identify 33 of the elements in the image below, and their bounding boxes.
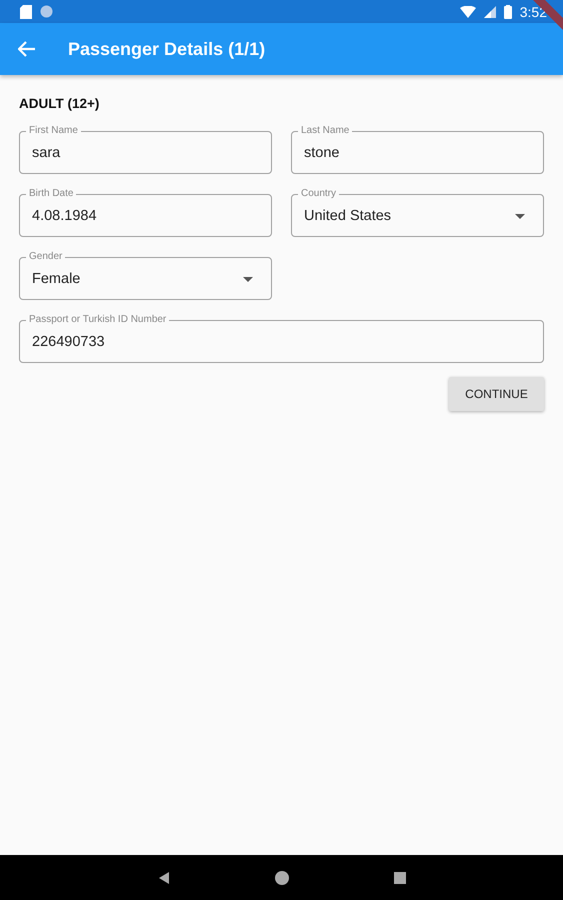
recents-icon[interactable] [394,872,406,884]
caret-icon [515,214,525,218]
back-button[interactable] [18,41,36,57]
input-field[interactable]: Passport or Turkish ID Number 226490733 [19,314,544,363]
wifi-icon [460,6,476,18]
circle-icon [40,5,53,18]
caret-icon [243,276,253,282]
input-field[interactable]: Birth Date 4.08.1984 [19,188,272,237]
field-value: 226490733 [32,334,106,350]
field-label: Passport or Turkish ID Number [28,314,168,326]
section-heading: ADULT (12+) [19,96,100,111]
signal-icon [484,6,496,18]
dropdown-field[interactable]: Gender Female [19,251,272,300]
field-value: United States [304,208,392,224]
app-bar-title: Passenger Details (1/1) [68,38,266,60]
sd-card-icon [20,4,32,18]
field-label: Country [300,188,338,200]
field-value: sara [32,145,62,161]
field-label: First Name [28,125,79,137]
field-value: 4.08.1984 [32,208,98,224]
dropdown-field[interactable]: Country United States [291,188,544,237]
field-value: stone [304,145,340,161]
field-label: Gender [28,251,64,263]
field-value: Female [32,271,82,287]
input-field[interactable]: First Name sara [19,125,272,174]
continue-button[interactable]: CONTINUE [449,377,544,411]
battery-icon [504,4,512,18]
field-label: Birth Date [28,188,74,200]
back-icon[interactable] [158,872,170,884]
field-label: Last Name [300,125,350,137]
back-arrow-icon [18,41,36,57]
home-icon[interactable] [274,870,290,886]
input-field[interactable]: Last Name stone [291,125,544,174]
